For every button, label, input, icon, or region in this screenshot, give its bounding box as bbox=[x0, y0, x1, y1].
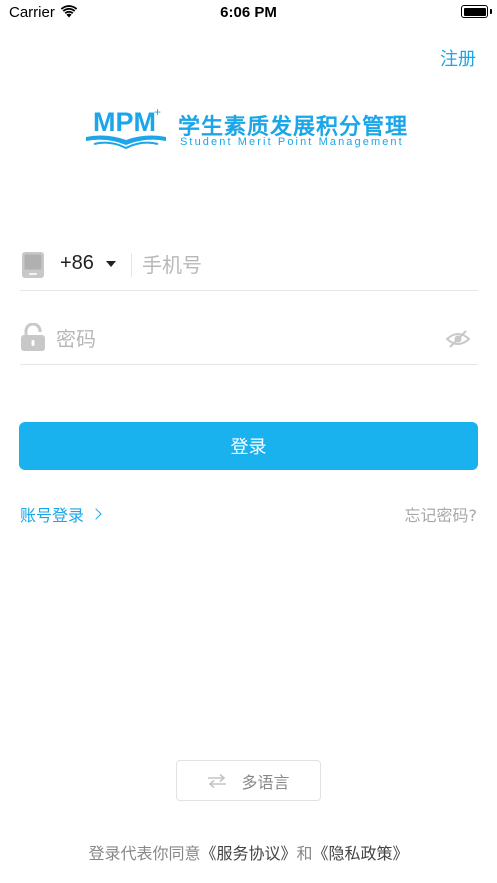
divider bbox=[131, 253, 132, 277]
phone-input[interactable] bbox=[142, 247, 462, 283]
language-button[interactable]: 多语言 bbox=[176, 760, 321, 801]
status-bar: Carrier 6:06 PM bbox=[0, 0, 497, 28]
forgot-password-link[interactable]: 忘记密码? bbox=[405, 502, 478, 526]
password-row bbox=[20, 315, 478, 365]
agreement-and: 和 bbox=[296, 844, 313, 863]
phone-icon bbox=[22, 252, 44, 278]
mpm-logo-mark: MPM + bbox=[86, 105, 166, 150]
account-login-link[interactable]: 账号登录 bbox=[20, 502, 102, 526]
lock-icon bbox=[21, 323, 45, 351]
agreement-text: 登录代表你同意《服务协议》和《隐私政策》 bbox=[0, 840, 497, 864]
app-logo: MPM + 学生素质发展积分管理 Student Merit Point Man… bbox=[84, 104, 414, 154]
swap-icon bbox=[208, 773, 227, 788]
phone-row: +86 bbox=[20, 241, 478, 291]
password-input[interactable] bbox=[56, 321, 426, 357]
battery-cap bbox=[490, 9, 492, 14]
caret-down-icon[interactable] bbox=[106, 261, 116, 267]
register-link[interactable]: 注册 bbox=[440, 45, 476, 71]
logo-mark-plus: + bbox=[154, 105, 161, 119]
language-label: 多语言 bbox=[241, 772, 290, 792]
chevron-right-icon bbox=[90, 508, 102, 520]
agreement-prefix: 登录代表你同意 bbox=[88, 844, 201, 863]
app-subtitle: Student Merit Point Management bbox=[180, 136, 404, 148]
logo-mark-text: MPM bbox=[93, 107, 156, 137]
eye-off-icon[interactable] bbox=[446, 329, 470, 349]
service-agreement-link[interactable]: 《服务协议》 bbox=[200, 844, 296, 863]
battery-icon bbox=[461, 5, 488, 18]
clock-time: 6:06 PM bbox=[220, 4, 277, 21]
privacy-policy-link[interactable]: 《隐私政策》 bbox=[313, 844, 409, 863]
country-code-selector[interactable]: +86 bbox=[60, 252, 94, 275]
login-button[interactable]: 登录 bbox=[19, 422, 478, 470]
account-login-label: 账号登录 bbox=[20, 506, 85, 525]
